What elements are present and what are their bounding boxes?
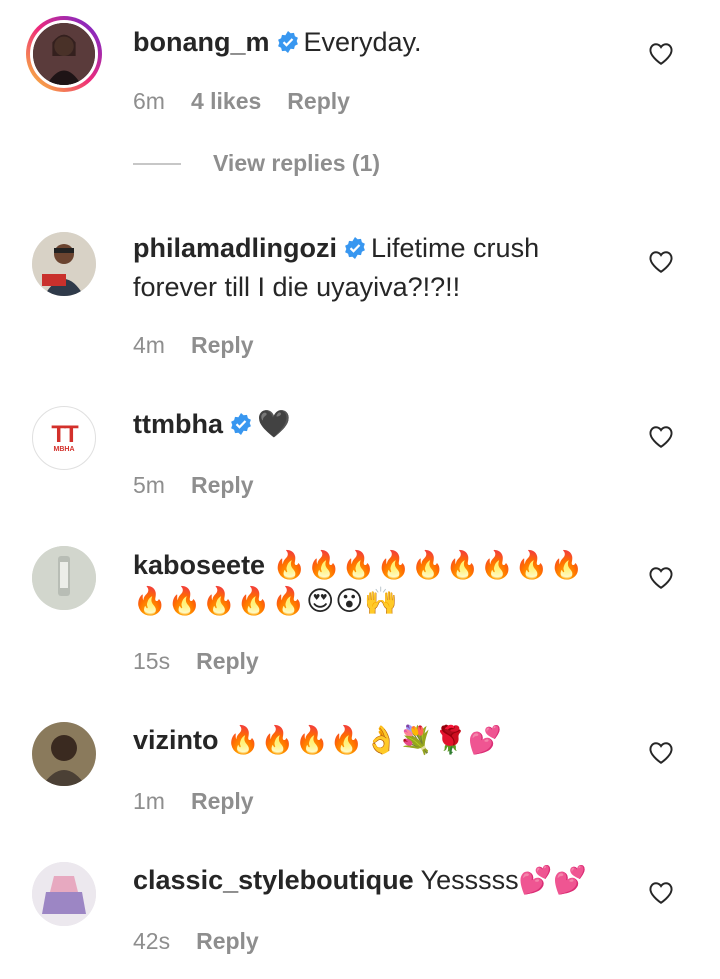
reply-button[interactable]: Reply bbox=[196, 928, 259, 955]
reply-button[interactable]: Reply bbox=[196, 648, 259, 675]
comment-body: bonang_m Everyday. bbox=[133, 24, 603, 63]
avatar[interactable] bbox=[32, 862, 96, 926]
heart-icon[interactable] bbox=[648, 880, 674, 906]
timestamp: 1m bbox=[133, 788, 165, 814]
heart-icon[interactable] bbox=[648, 41, 674, 67]
divider bbox=[133, 162, 181, 165]
heart-icon[interactable] bbox=[648, 424, 674, 450]
timestamp: 4m bbox=[133, 332, 165, 358]
heart-icon[interactable] bbox=[648, 740, 674, 766]
username[interactable]: kaboseete bbox=[133, 550, 265, 580]
comment-body: classic_styleboutique Yesssss💕💕 bbox=[133, 862, 603, 898]
view-replies-button[interactable]: View replies (1) bbox=[133, 150, 380, 177]
avatar[interactable] bbox=[32, 546, 96, 610]
reply-button[interactable]: Reply bbox=[191, 788, 254, 815]
verified-badge-icon bbox=[229, 409, 253, 445]
avatar-logo: TT MBHA bbox=[51, 420, 78, 453]
username[interactable]: philamadlingozi bbox=[133, 233, 337, 263]
comment-text: Yesssss bbox=[420, 865, 519, 895]
comment-emojis: 💕💕 bbox=[518, 865, 588, 895]
heart-icon[interactable] bbox=[648, 565, 674, 591]
avatar[interactable] bbox=[32, 722, 96, 786]
avatar[interactable] bbox=[32, 232, 96, 296]
comment-text: Everyday. bbox=[303, 27, 422, 57]
comment-body: philamadlingozi Lifetime crush forever ti… bbox=[133, 230, 603, 305]
reply-button[interactable]: Reply bbox=[191, 472, 254, 499]
verified-badge-icon bbox=[276, 27, 300, 63]
timestamp: 15s bbox=[133, 648, 171, 674]
comment-meta: 1m Reply bbox=[133, 788, 254, 815]
avatar[interactable]: TT MBHA bbox=[32, 406, 96, 470]
username[interactable]: bonang_m bbox=[133, 27, 270, 57]
timestamp: 5m bbox=[133, 472, 165, 498]
avatar-photo bbox=[32, 862, 96, 926]
avatar-photo bbox=[32, 722, 96, 786]
comment-emojis: 🔥🔥🔥🔥👌💐🌹💕 bbox=[226, 725, 503, 755]
timestamp: 6m bbox=[133, 88, 165, 114]
username[interactable]: ttmbha bbox=[133, 409, 223, 439]
comment-emojis: 🖤 bbox=[257, 409, 292, 439]
comment-meta: 42s Reply bbox=[133, 928, 259, 955]
comment-meta: 5m Reply bbox=[133, 472, 254, 499]
timestamp: 42s bbox=[133, 928, 171, 954]
comment-body: ttmbha 🖤 bbox=[133, 406, 603, 445]
comment-meta: 15s Reply bbox=[133, 648, 259, 675]
comment-body: kaboseete 🔥🔥🔥🔥🔥🔥🔥🔥🔥🔥🔥🔥🔥🔥😍😮🙌 bbox=[133, 547, 603, 619]
username[interactable]: vizinto bbox=[133, 725, 219, 755]
avatar[interactable] bbox=[26, 16, 102, 92]
comment-body: vizinto 🔥🔥🔥🔥👌💐🌹💕 bbox=[133, 722, 603, 758]
likes-count[interactable]: 4 likes bbox=[191, 88, 261, 115]
avatar-photo bbox=[32, 232, 96, 296]
username[interactable]: classic_styleboutique bbox=[133, 865, 414, 895]
reply-button[interactable]: Reply bbox=[191, 332, 254, 359]
heart-icon[interactable] bbox=[648, 249, 674, 275]
avatar-photo bbox=[33, 23, 95, 85]
avatar-photo bbox=[32, 546, 96, 610]
comment-meta: 6m 4 likes Reply bbox=[133, 88, 350, 115]
verified-badge-icon bbox=[343, 233, 367, 269]
view-replies-label: View replies (1) bbox=[213, 150, 381, 176]
comment-meta: 4m Reply bbox=[133, 332, 254, 359]
reply-button[interactable]: Reply bbox=[287, 88, 350, 115]
